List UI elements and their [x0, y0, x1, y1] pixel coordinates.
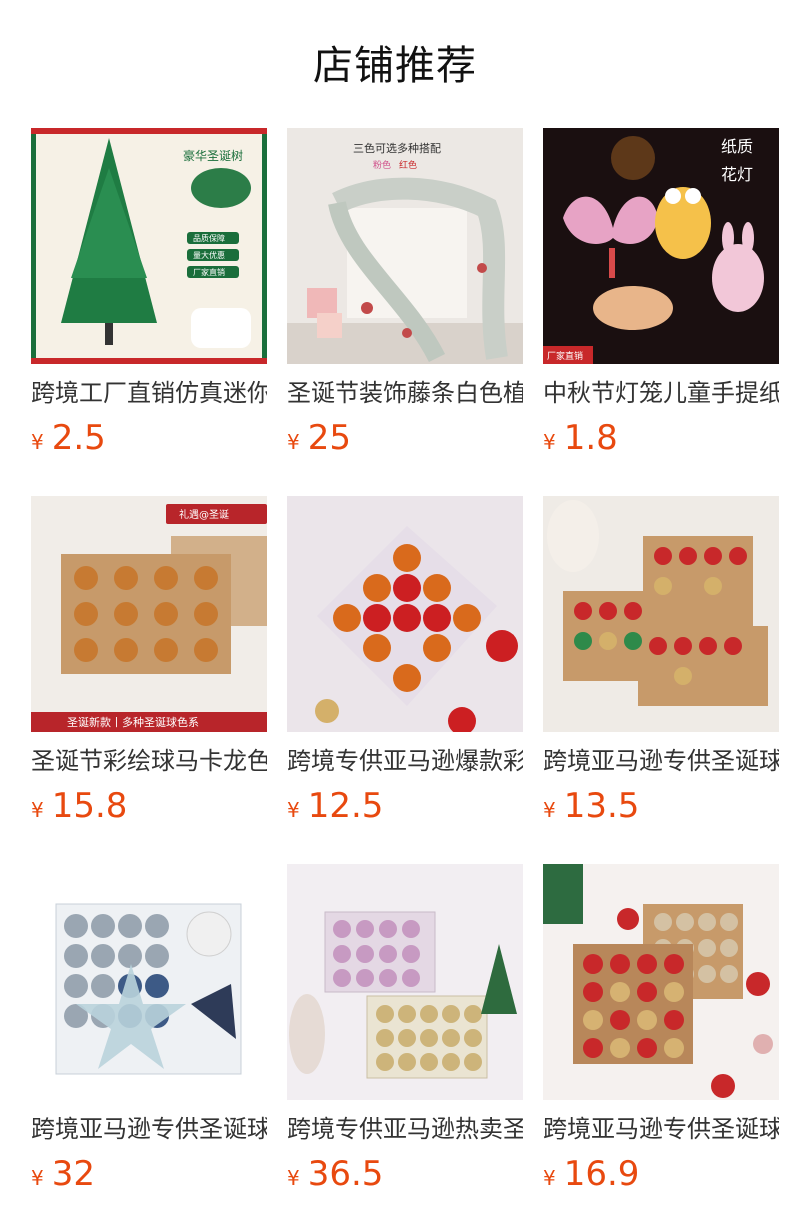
- product-price: ¥25: [287, 414, 351, 462]
- product-card[interactable]: 礼遇@圣诞 圣诞新款丨多种圣诞球色系 圣诞节彩绘球马卡龙色系 ¥15.8: [31, 496, 267, 836]
- product-price: ¥15.8: [31, 782, 127, 830]
- price-amount: 32: [51, 1154, 95, 1194]
- product-price: ¥36.5: [287, 1150, 383, 1198]
- svg-text:红色: 红色: [399, 159, 417, 171]
- price-amount: 25: [307, 418, 351, 458]
- ornament-box-image[interactable]: [543, 864, 779, 1100]
- tree-banner-text: 豪华圣诞树: [183, 148, 243, 163]
- currency-symbol: ¥: [31, 1166, 44, 1190]
- price-amount: 36.5: [307, 1154, 384, 1194]
- christmas-tree-image[interactable]: 豪华圣诞树 品质保障 量大优惠 厂家直销: [31, 128, 267, 364]
- product-name[interactable]: 跨境专供亚马逊爆款彩绘球: [287, 744, 523, 778]
- product-card[interactable]: 跨境专供亚马逊热卖圣诞球 ¥36.5: [287, 864, 523, 1204]
- ornament-box-illustration: [543, 496, 779, 732]
- garland-illustration: 三色可选多种搭配 粉色 红色: [287, 128, 523, 364]
- price-amount: 16.9: [563, 1154, 640, 1194]
- product-name[interactable]: 中秋节灯笼儿童手提纸质: [543, 376, 779, 410]
- product-name[interactable]: 跨境专供亚马逊热卖圣诞球: [287, 1112, 523, 1146]
- product-card[interactable]: 跨境亚马逊专供圣诞球套装 ¥13.5: [543, 496, 779, 836]
- ornament-box-image[interactable]: [287, 496, 523, 732]
- section-title: 店铺推荐: [313, 43, 477, 89]
- svg-text:厂家直销: 厂家直销: [193, 267, 225, 277]
- christmas-tree-illustration: 豪华圣诞树 品质保障 量大优惠 厂家直销: [31, 128, 267, 364]
- price-amount: 2.5: [51, 418, 106, 458]
- product-name[interactable]: 圣诞节彩绘球马卡龙色系: [31, 744, 267, 778]
- product-card[interactable]: 跨境专供亚马逊爆款彩绘球 ¥12.5: [287, 496, 523, 836]
- product-card[interactable]: 纸质 花灯 厂家直销 中秋节灯笼儿童手提纸质 ¥1.8: [543, 128, 779, 468]
- garland-image[interactable]: 三色可选多种搭配 粉色 红色: [287, 128, 523, 364]
- lantern-illustration: 纸质 花灯 厂家直销: [543, 128, 779, 364]
- currency-symbol: ¥: [287, 430, 300, 454]
- ornament-box-image[interactable]: 礼遇@圣诞 圣诞新款丨多种圣诞球色系: [31, 496, 267, 732]
- product-card[interactable]: 跨境亚马逊专供圣诞球套装 ¥16.9: [543, 864, 779, 1204]
- product-name[interactable]: 跨境亚马逊专供圣诞球套装: [543, 1112, 779, 1146]
- svg-text:粉色: 粉色: [373, 159, 391, 171]
- product-price: ¥2.5: [31, 414, 106, 462]
- product-name[interactable]: 跨境工厂直销仿真迷你圣诞树: [31, 376, 267, 410]
- product-price: ¥32: [31, 1150, 95, 1198]
- svg-text:礼遇@圣诞: 礼遇@圣诞: [179, 508, 229, 521]
- svg-text:厂家直销: 厂家直销: [547, 350, 583, 362]
- ornament-box-image[interactable]: [543, 496, 779, 732]
- price-amount: 15.8: [51, 786, 128, 826]
- lantern-image[interactable]: 纸质 花灯 厂家直销: [543, 128, 779, 364]
- svg-text:圣诞新款丨多种圣诞球色系: 圣诞新款丨多种圣诞球色系: [67, 715, 199, 729]
- svg-text:量大优惠: 量大优惠: [193, 250, 225, 260]
- product-card[interactable]: 豪华圣诞树 品质保障 量大优惠 厂家直销 跨境工厂直销仿真迷你圣诞树 ¥2.5: [31, 128, 267, 468]
- product-price: ¥13.5: [543, 782, 639, 830]
- currency-symbol: ¥: [287, 1166, 300, 1190]
- currency-symbol: ¥: [543, 1166, 556, 1190]
- product-price: ¥16.9: [543, 1150, 639, 1198]
- price-amount: 1.8: [563, 418, 618, 458]
- svg-text:品质保障: 品质保障: [193, 233, 225, 243]
- product-card[interactable]: 跨境亚马逊专供圣诞球套装 ¥32: [31, 864, 267, 1204]
- currency-symbol: ¥: [31, 798, 44, 822]
- ornament-box-illustration: [31, 864, 267, 1100]
- currency-symbol: ¥: [543, 430, 556, 454]
- ornament-box-illustration: [287, 864, 523, 1100]
- ornament-box-illustration: [543, 864, 779, 1100]
- svg-text:花灯: 花灯: [721, 165, 753, 184]
- currency-symbol: ¥: [31, 430, 44, 454]
- product-name[interactable]: 跨境亚马逊专供圣诞球套装: [31, 1112, 267, 1146]
- price-amount: 12.5: [307, 786, 384, 826]
- ornament-box-image[interactable]: [287, 864, 523, 1100]
- product-name[interactable]: 圣诞节装饰藤条白色植绒: [287, 376, 523, 410]
- ornament-box-illustration: [287, 496, 523, 732]
- product-card[interactable]: 三色可选多种搭配 粉色 红色 圣诞节装饰藤条白色植绒 ¥25: [287, 128, 523, 468]
- currency-symbol: ¥: [287, 798, 300, 822]
- svg-text:三色可选多种搭配: 三色可选多种搭配: [353, 141, 441, 155]
- product-price: ¥12.5: [287, 782, 383, 830]
- ornament-box-image[interactable]: [31, 864, 267, 1100]
- store-recommendations-page: 店铺推荐 豪华圣诞树 品质保障 量大优惠 厂家直销 跨境工厂直销仿真迷你 ¥ 2…: [0, 0, 790, 1232]
- svg-text:纸质: 纸质: [721, 137, 753, 156]
- price-amount: 13.5: [563, 786, 640, 826]
- product-price: ¥1.8: [543, 414, 618, 462]
- product-name[interactable]: 跨境亚马逊专供圣诞球套装: [543, 744, 779, 778]
- currency-symbol: ¥: [543, 798, 556, 822]
- ornament-box-illustration: 礼遇@圣诞 圣诞新款丨多种圣诞球色系: [31, 496, 267, 732]
